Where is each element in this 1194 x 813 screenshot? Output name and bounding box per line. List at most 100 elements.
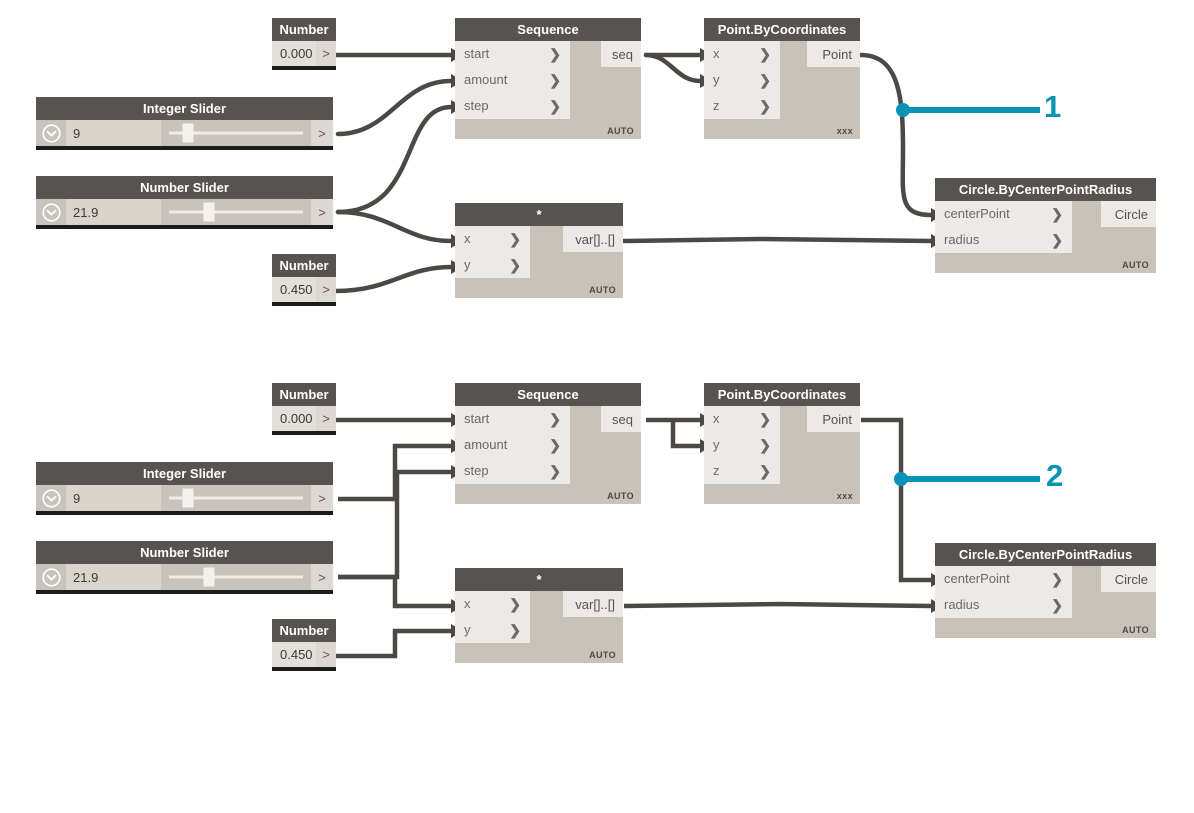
chevron-right-icon: ❯ (759, 98, 771, 114)
slider-track[interactable] (161, 485, 311, 511)
slider-track[interactable] (161, 120, 311, 146)
input-row-z[interactable]: z ❯ (704, 93, 860, 119)
input-row-amount[interactable]: amount ❯ (455, 432, 641, 458)
port-label: radius (944, 232, 980, 247)
node-title: Sequence (455, 383, 641, 406)
slider-track[interactable] (161, 199, 311, 225)
chevron-right-icon: ❯ (1051, 206, 1063, 222)
input-row-x[interactable]: x ❯ (455, 591, 623, 617)
node-status-tag: AUTO (607, 126, 634, 136)
number-node-start-1[interactable]: Number 0.000 > (272, 18, 336, 70)
slider-value-field[interactable]: 9 (66, 485, 161, 511)
chevron-down-circle-icon[interactable] (36, 199, 66, 225)
input-row-radius[interactable]: radius ❯ (935, 592, 1156, 618)
input-row-y[interactable]: y ❯ (704, 432, 860, 458)
port-label: start (464, 46, 490, 61)
input-row-y[interactable]: y ❯ (455, 252, 623, 278)
output-port[interactable]: > (311, 564, 333, 590)
slider-value-field[interactable]: 9 (66, 120, 161, 146)
circle-bycenterpointradius-node-1[interactable]: Circle.ByCenterPointRadius Circle center… (935, 178, 1156, 273)
number-slider-node-1[interactable]: Number Slider 21.9 > (36, 176, 333, 229)
chevron-right-icon: ❯ (509, 622, 521, 638)
output-port[interactable]: > (311, 199, 333, 225)
node-title: Number Slider (36, 541, 333, 564)
input-row-x[interactable]: x ❯ (704, 41, 860, 67)
node-status-tag: AUTO (589, 650, 616, 660)
input-row-y[interactable]: y ❯ (704, 67, 860, 93)
port-label: x (713, 46, 720, 61)
chevron-right-icon: ❯ (549, 72, 561, 88)
node-title: Integer Slider (36, 462, 333, 485)
number-value-field[interactable]: 0.450 (272, 642, 316, 667)
input-row-x[interactable]: x ❯ (704, 406, 860, 432)
input-row-z[interactable]: z ❯ (704, 458, 860, 484)
output-port[interactable]: > (316, 406, 336, 431)
node-status-tag: AUTO (589, 285, 616, 295)
chevron-down-circle-icon[interactable] (36, 564, 66, 590)
slider-handle[interactable] (182, 123, 194, 143)
number-node-factor-2[interactable]: Number 0.450 > (272, 619, 336, 671)
input-row-centerpoint[interactable]: centerPoint ❯ (935, 201, 1156, 227)
number-value-field[interactable]: 0.000 (272, 406, 316, 431)
input-row-centerpoint[interactable]: centerPoint ❯ (935, 566, 1156, 592)
output-port[interactable]: > (311, 485, 333, 511)
slider-track[interactable] (161, 564, 311, 590)
node-title: * (455, 203, 623, 226)
chevron-right-icon: ❯ (1051, 571, 1063, 587)
number-slider-node-2[interactable]: Number Slider 21.9 > (36, 541, 333, 594)
port-label: z (713, 98, 720, 113)
multiply-node-2[interactable]: * var[]..[] x ❯ y ❯ AUTO (455, 568, 623, 663)
input-row-step[interactable]: step ❯ (455, 458, 641, 484)
node-title: Circle.ByCenterPointRadius (935, 178, 1156, 201)
output-port[interactable]: > (316, 277, 336, 302)
input-row-start[interactable]: start ❯ (455, 406, 641, 432)
input-row-y[interactable]: y ❯ (455, 617, 623, 643)
node-title: Number Slider (36, 176, 333, 199)
number-node-factor-1[interactable]: Number 0.450 > (272, 254, 336, 306)
node-status-tag: AUTO (1122, 260, 1149, 270)
output-port[interactable]: > (316, 41, 336, 66)
slider-handle[interactable] (182, 488, 194, 508)
integer-slider-node-1[interactable]: Integer Slider 9 > (36, 97, 333, 150)
chevron-right-icon: ❯ (759, 463, 771, 479)
node-title: Number (272, 254, 336, 277)
number-value-field[interactable]: 0.000 (272, 41, 316, 66)
input-row-x[interactable]: x ❯ (455, 226, 623, 252)
number-value-field[interactable]: 0.450 (272, 277, 316, 302)
input-row-start[interactable]: start ❯ (455, 41, 641, 67)
integer-slider-node-2[interactable]: Integer Slider 9 > (36, 462, 333, 515)
chevron-right-icon: ❯ (759, 411, 771, 427)
input-row-radius[interactable]: radius ❯ (935, 227, 1156, 253)
slider-handle[interactable] (203, 202, 215, 222)
port-label: step (464, 463, 489, 478)
node-status-tag: xxx (836, 126, 853, 136)
slider-value-field[interactable]: 21.9 (66, 199, 161, 225)
port-label: y (713, 72, 720, 87)
port-label: centerPoint (944, 206, 1010, 221)
chevron-right-icon: ❯ (509, 596, 521, 612)
port-label: y (464, 257, 471, 272)
circle-bycenterpointradius-node-2[interactable]: Circle.ByCenterPointRadius Circle center… (935, 543, 1156, 638)
slider-handle[interactable] (203, 567, 215, 587)
chevron-right-icon: ❯ (759, 437, 771, 453)
chevron-down-circle-icon[interactable] (36, 120, 66, 146)
point-bycoordinates-node-1[interactable]: Point.ByCoordinates Point x ❯ y ❯ z ❯ xx… (704, 18, 860, 139)
port-label: start (464, 411, 490, 426)
port-label: x (464, 231, 471, 246)
slider-value-field[interactable]: 21.9 (66, 564, 161, 590)
callout-number: 1 (1044, 89, 1062, 124)
input-row-amount[interactable]: amount ❯ (455, 67, 641, 93)
output-port[interactable]: > (311, 120, 333, 146)
port-label: amount (464, 437, 508, 452)
chevron-right-icon: ❯ (759, 72, 771, 88)
multiply-node-1[interactable]: * var[]..[] x ❯ y ❯ AUTO (455, 203, 623, 298)
point-bycoordinates-node-2[interactable]: Point.ByCoordinates Point x ❯ y ❯ z ❯ xx… (704, 383, 860, 504)
input-row-step[interactable]: step ❯ (455, 93, 641, 119)
number-node-start-2[interactable]: Number 0.000 > (272, 383, 336, 435)
chevron-down-circle-icon[interactable] (36, 485, 66, 511)
output-port[interactable]: > (316, 642, 336, 667)
sequence-node-2[interactable]: Sequence seq start ❯ amount ❯ step ❯ AUT… (455, 383, 641, 504)
node-title: Sequence (455, 18, 641, 41)
chevron-right-icon: ❯ (549, 46, 561, 62)
sequence-node-1[interactable]: Sequence seq start ❯ amount ❯ step ❯ AUT… (455, 18, 641, 139)
